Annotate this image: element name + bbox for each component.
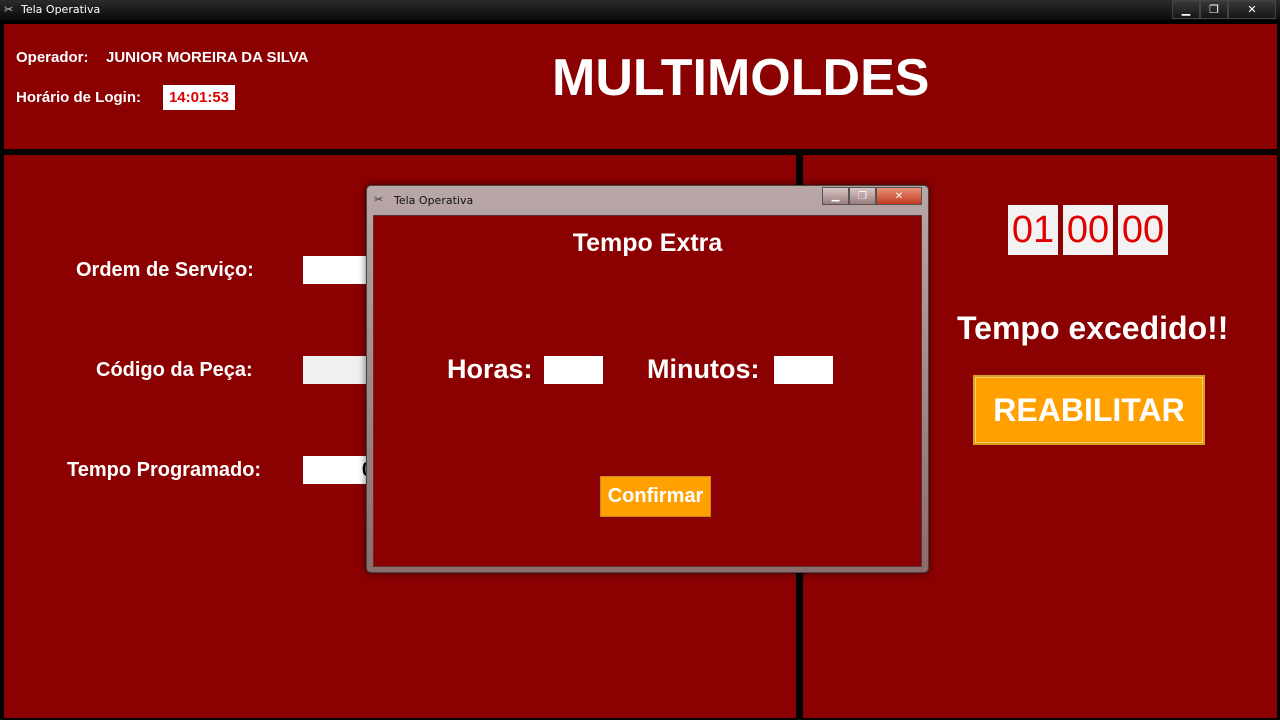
hours-label: Horas: <box>447 354 533 384</box>
header-panel: Operador: JUNIOR MOREIRA DA SILVA Horári… <box>4 24 1277 149</box>
scissors-icon: ✂ <box>374 194 384 206</box>
window-titlebar: ✂ Tela Operativa ▁ ❐ ✕ <box>0 0 1280 20</box>
dialog-close-button[interactable]: ✕ <box>876 187 922 205</box>
dialog-title: Tela Operativa <box>394 194 474 207</box>
operator-label: Operador: <box>16 49 89 66</box>
close-button[interactable]: ✕ <box>1228 0 1276 19</box>
minimize-button[interactable]: ▁ <box>1172 0 1200 19</box>
time-exceeded-message: Tempo excedido!! <box>957 310 1229 346</box>
timer-seconds: 00 <box>1118 205 1168 255</box>
window-controls: ▁ ❐ ✕ <box>1172 0 1276 19</box>
scissors-icon: ✂ <box>4 4 14 16</box>
minutes-input[interactable] <box>774 356 833 384</box>
dialog-maximize-button[interactable]: ❐ <box>849 187 876 205</box>
login-time-value: 14:01:53 <box>163 85 235 110</box>
timer-hours: 01 <box>1008 205 1058 255</box>
programmed-time-label: Tempo Programado: <box>67 459 262 481</box>
brand-title: MULTIMOLDES <box>552 49 930 107</box>
dialog-minimize-button[interactable]: ▁ <box>822 187 849 205</box>
reenable-button[interactable]: REABILITAR <box>973 375 1205 445</box>
operator-name: JUNIOR MOREIRA DA SILVA <box>106 49 309 66</box>
dialog-body: Tempo Extra Horas: Minutos: Confirmar <box>373 215 922 567</box>
timer-minutes: 00 <box>1063 205 1113 255</box>
restore-button[interactable]: ❐ <box>1200 0 1228 19</box>
extra-time-dialog: ✂ Tela Operativa ▁ ❐ ✕ Tempo Extra Horas… <box>366 185 929 573</box>
dialog-heading: Tempo Extra <box>572 229 723 257</box>
window-title: Tela Operativa <box>21 3 101 16</box>
minutes-label: Minutos: <box>647 354 760 384</box>
hours-input[interactable] <box>544 356 603 384</box>
dialog-titlebar: ✂ Tela Operativa ▁ ❐ ✕ <box>367 186 928 214</box>
programmed-time-field[interactable]: 0 <box>303 456 373 484</box>
part-code-label: Código da Peça: <box>96 359 253 381</box>
login-time-label: Horário de Login: <box>16 89 141 106</box>
service-order-label: Ordem de Serviço: <box>76 259 254 281</box>
service-order-field[interactable] <box>303 256 373 284</box>
dialog-controls: ▁ ❐ ✕ <box>822 187 922 205</box>
part-code-field[interactable] <box>303 356 373 384</box>
confirm-button[interactable]: Confirmar <box>600 476 711 517</box>
